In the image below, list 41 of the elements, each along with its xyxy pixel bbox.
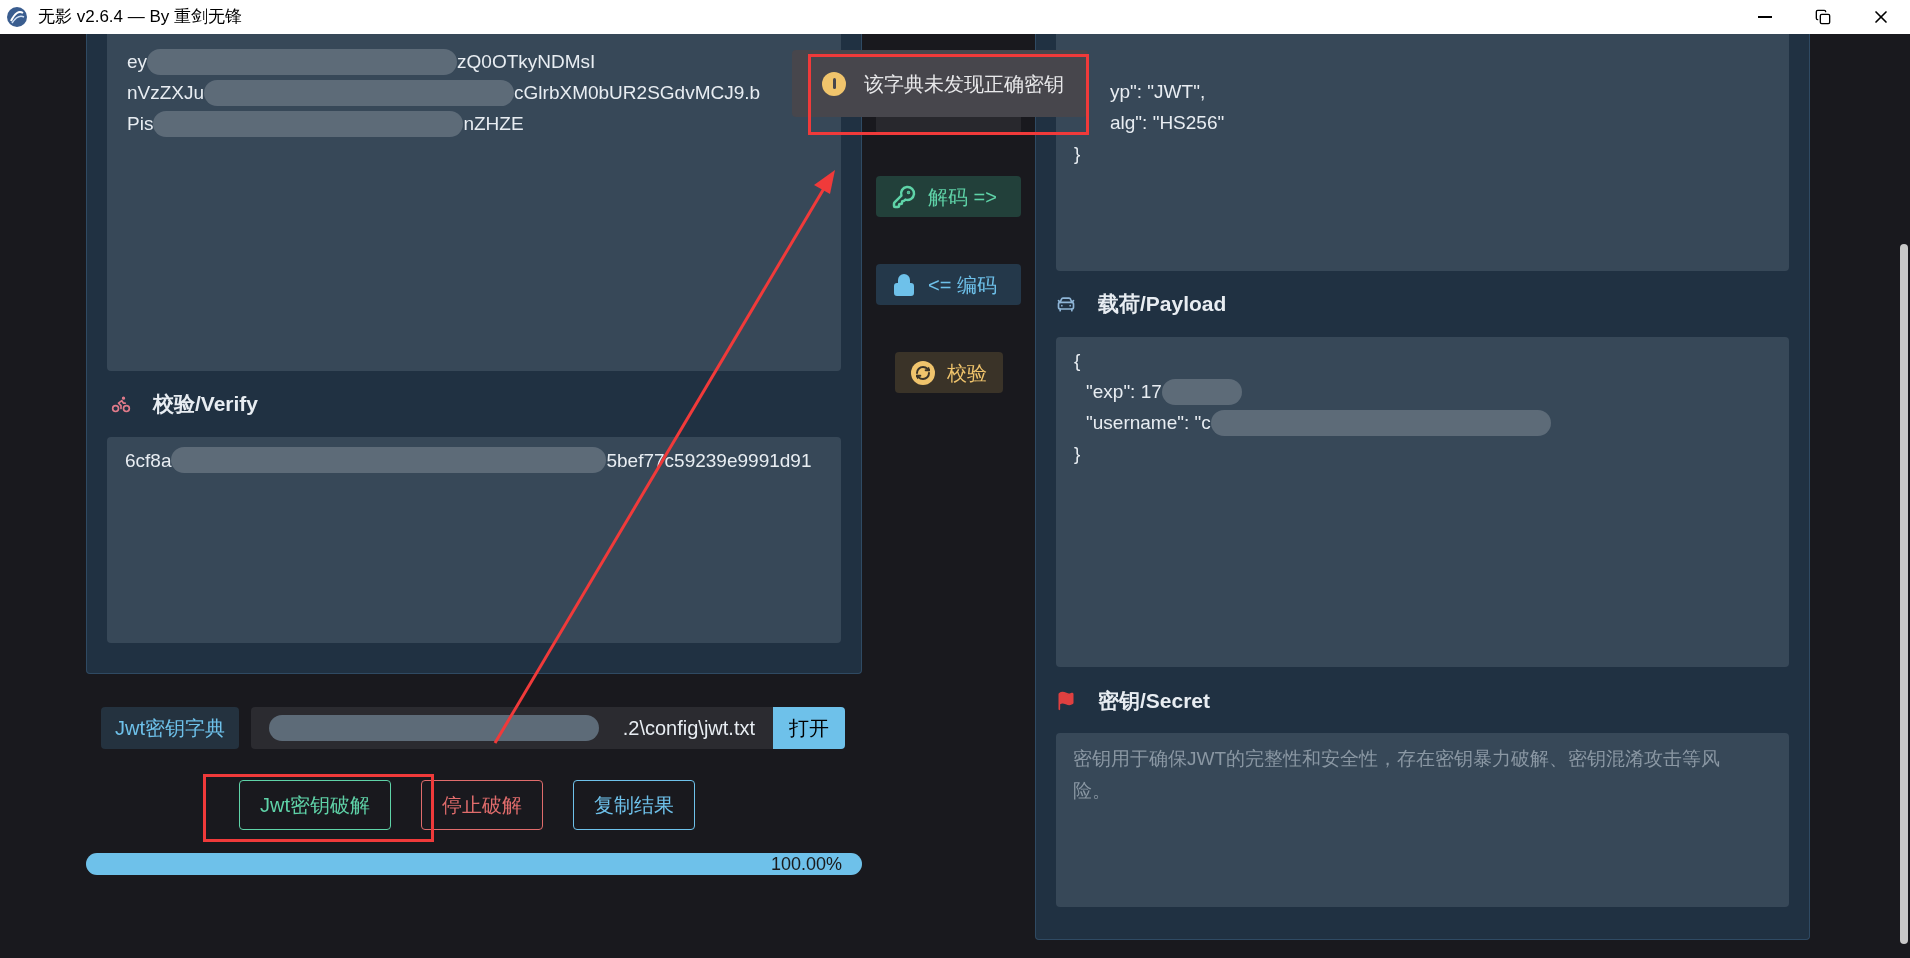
app-logo-icon — [6, 6, 28, 28]
verify-button[interactable]: 校验 — [894, 352, 1003, 393]
json-text: yp": "JWT", — [1109, 80, 1207, 104]
token-text: Pis — [127, 112, 154, 136]
secret-placeholder: 密钥用于确保JWT的完整性和安全性，存在密钥暴力破解、密钥混淆攻击等风险。 — [1073, 747, 1722, 803]
json-text: "username": "c — [1086, 411, 1211, 435]
section-heading: 密钥/Secret — [1098, 688, 1211, 715]
dictionary-path-field[interactable]: .2\config\jwt.txt — [251, 707, 773, 749]
token-text: ey — [127, 50, 148, 74]
restore-icon — [1815, 9, 1831, 25]
copy-button[interactable]: 复制结果 — [573, 780, 695, 830]
warning-icon — [822, 71, 846, 96]
encode-button[interactable]: <= 编码 — [876, 264, 1021, 305]
refresh-icon — [910, 360, 935, 385]
section-heading: 校验/Verify — [153, 391, 259, 418]
token-text: nVzZXJu — [127, 81, 205, 105]
flag-icon — [1056, 691, 1076, 711]
car-icon — [1056, 294, 1076, 314]
decode-button[interactable]: 解码 => — [876, 176, 1021, 217]
minimize-icon — [1758, 16, 1772, 18]
token-text: zQ0OTkyNDMsI — [457, 50, 596, 74]
stop-button[interactable]: 停止破解 — [421, 780, 543, 830]
json-text: { — [1074, 349, 1081, 373]
key-icon — [892, 184, 916, 209]
dictionary-label: Jwt密钥字典 — [101, 707, 239, 749]
open-button[interactable]: 打开 — [773, 707, 845, 749]
token-text: nZHZE — [463, 112, 524, 136]
crack-button[interactable]: Jwt密钥破解 — [239, 780, 391, 830]
token-text: cGlrbXM0bUR2SGdvMCJ9.b — [514, 81, 761, 105]
progress-reading: 100.00% — [770, 853, 842, 875]
json-text: "exp": 17 — [1086, 380, 1162, 404]
signature-text: 6cf8a — [125, 449, 172, 473]
bicycle-icon — [111, 394, 131, 414]
token-field[interactable]: ey zQ0OTkyNDMsI nVzZXJu cGlrbXM0bUR2SGdvMCJ9.b Pis nZHZE — [107, 34, 841, 371]
padlock-icon — [892, 272, 916, 297]
json-text: } — [1074, 142, 1082, 166]
window-title: 无影 v2.6.4 — By 重剑无锋 — [38, 6, 243, 29]
section-heading: 载荷/Payload — [1098, 291, 1227, 318]
json-text: } — [1074, 442, 1081, 466]
json-text: alg": "HS256" — [1109, 111, 1226, 135]
payload-field[interactable]: { "exp": 17 "username": "c } — [1056, 337, 1789, 667]
